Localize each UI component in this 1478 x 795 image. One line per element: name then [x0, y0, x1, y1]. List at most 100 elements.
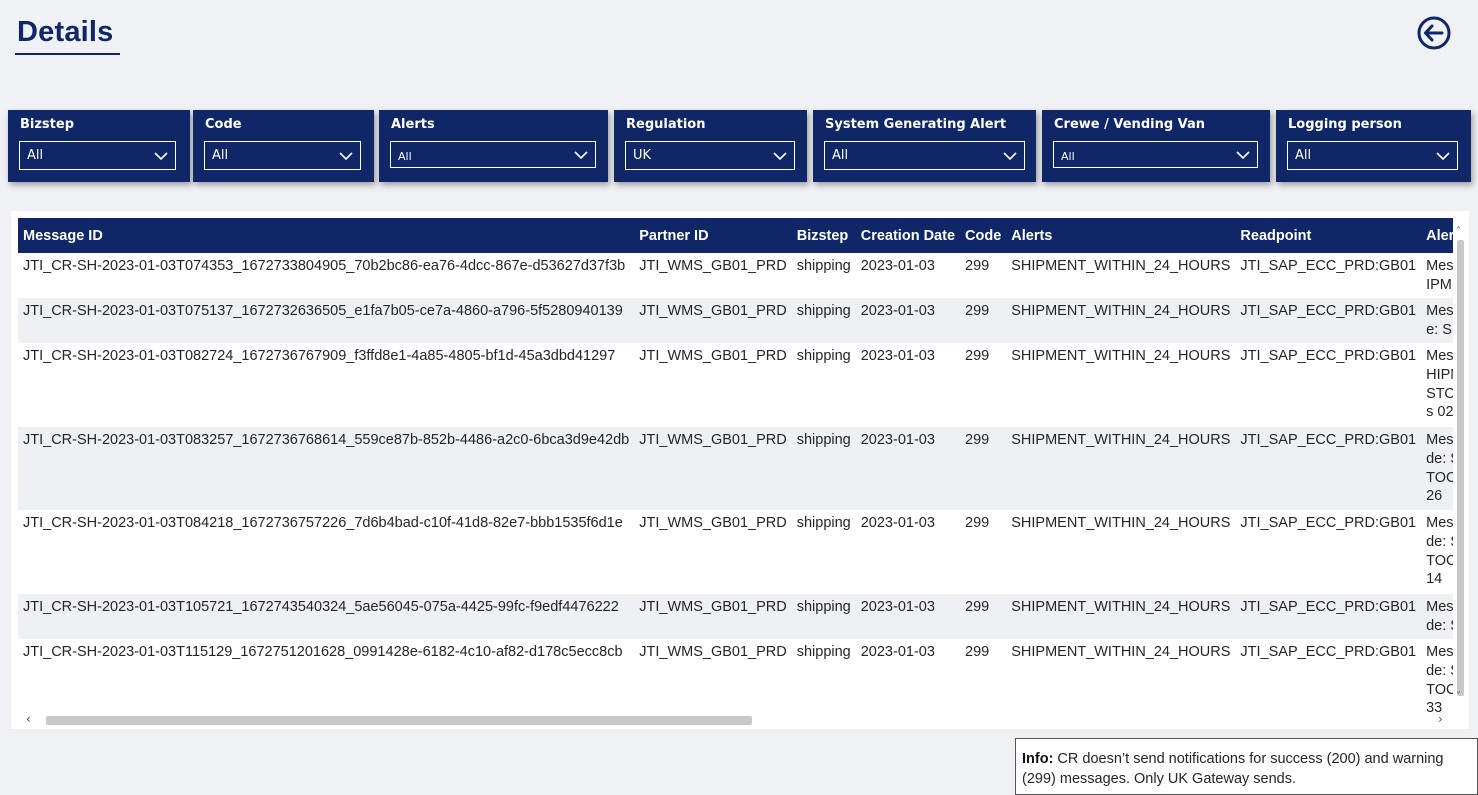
- bizstep-cell: shipping: [791, 594, 856, 639]
- scroll-down-icon[interactable]: ˅: [1456, 691, 1461, 702]
- column-header-partner-id[interactable]: Partner ID: [634, 218, 792, 253]
- table-row[interactable]: JTI_CR-SH-2023-01-03T074353_167273380490…: [18, 253, 1453, 298]
- table-row[interactable]: JTI_CR-SH-2023-01-03T075137_167273263650…: [18, 298, 1453, 343]
- dropdown-value: All: [832, 148, 849, 163]
- dropdown-value: All: [1295, 148, 1312, 163]
- creation-date-cell: 2023-01-03: [855, 510, 961, 594]
- code-cell: 299: [960, 427, 1007, 510]
- table-viewport: Message ID Partner ID Bizstep Creation D…: [18, 218, 1453, 714]
- table-row[interactable]: JTI_CR-SH-2023-01-03T084218_167273675722…: [18, 510, 1453, 594]
- table-row[interactable]: JTI_CR-SH-2023-01-03T115129_167275120162…: [18, 639, 1453, 714]
- partner-id-cell: JTI_WMS_GB01_PRD: [634, 510, 792, 594]
- table-row[interactable]: JTI_CR-SH-2023-01-03T082724_167273676790…: [18, 343, 1453, 427]
- dropdown-value: All: [212, 148, 229, 163]
- column-header-bizstep[interactable]: Bizstep: [791, 218, 856, 253]
- table-row[interactable]: JTI_CR-SH-2023-01-03T083257_167273676861…: [18, 427, 1453, 510]
- regulation-dropdown[interactable]: UK: [625, 141, 795, 170]
- alerts-cell: SHIPMENT_WITHIN_24_HOURS: [1006, 427, 1236, 510]
- code-cell: 299: [960, 639, 1007, 714]
- filter-label: Regulation: [626, 117, 706, 132]
- horizontal-scrollbar[interactable]: ‹ ›: [18, 712, 1453, 726]
- crewe-vending-van-dropdown[interactable]: All: [1053, 141, 1258, 168]
- back-button[interactable]: [1416, 15, 1452, 51]
- alert-content-cell: Message t SHIPMEN: [1421, 253, 1453, 298]
- alert-content-cell: Message c SHIPMEN (IN_STOCI code is 02: [1421, 343, 1453, 427]
- partner-id-cell: JTI_WMS_GB01_PRD: [634, 253, 792, 298]
- filter-alerts: Alerts All: [379, 110, 608, 182]
- details-table: Message ID Partner ID Bizstep Creation D…: [18, 218, 1453, 714]
- readpoint-cell: JTI_SAP_ECC_PRD:GB01: [1235, 510, 1422, 594]
- dropdown-value: All: [1061, 150, 1075, 163]
- chevron-down-icon: [1236, 151, 1250, 160]
- code-cell: 299: [960, 253, 1007, 298]
- table-row[interactable]: JTI_CR-SH-2023-01-03T105721_167274354032…: [18, 594, 1453, 639]
- column-header-alert-content[interactable]: Alert Content: [1421, 218, 1453, 253]
- column-header-readpoint[interactable]: Readpoint: [1235, 218, 1422, 253]
- bizstep-cell: shipping: [791, 253, 856, 298]
- dropdown-value: UK: [633, 148, 652, 163]
- code-cell: 299: [960, 343, 1007, 427]
- message-id-cell: JTI_CR-SH-2023-01-03T082724_167273676790…: [18, 343, 635, 427]
- code-dropdown[interactable]: All: [204, 141, 361, 170]
- readpoint-cell: JTI_SAP_ECC_PRD:GB01: [1235, 298, 1422, 343]
- table-header-row: Message ID Partner ID Bizstep Creation D…: [18, 218, 1453, 253]
- scroll-right-icon[interactable]: ›: [1438, 712, 1443, 726]
- alert-content-cell: Message code: SHI: [1421, 298, 1453, 343]
- back-arrow-circle-icon: [1417, 16, 1451, 50]
- readpoint-cell: JTI_SAP_ECC_PRD:GB01: [1235, 427, 1422, 510]
- info-note: Info: CR doesn’t send notifications for …: [1015, 738, 1478, 795]
- chevron-down-icon: [773, 152, 787, 161]
- info-label: Info:: [1022, 751, 1054, 767]
- column-header-code[interactable]: Code: [960, 218, 1007, 253]
- message-id-cell: JTI_CR-SH-2023-01-03T075137_167273263650…: [18, 298, 635, 343]
- bizstep-cell: shipping: [791, 427, 856, 510]
- column-header-message-id[interactable]: Message ID: [18, 218, 635, 253]
- partner-id-cell: JTI_WMS_GB01_PRD: [634, 343, 792, 427]
- alerts-cell: SHIPMENT_WITHIN_24_HOURS: [1006, 298, 1236, 343]
- partner-id-cell: JTI_WMS_GB01_PRD: [634, 298, 792, 343]
- readpoint-cell: JTI_SAP_ECC_PRD:GB01: [1235, 639, 1422, 714]
- message-id-cell: JTI_CR-SH-2023-01-03T074353_167273380490…: [18, 253, 635, 298]
- filter-label: Crewe / Vending Van: [1054, 117, 1206, 132]
- info-text: CR doesn’t send notifications for succes…: [1022, 751, 1444, 787]
- column-header-alerts[interactable]: Alerts: [1006, 218, 1236, 253]
- creation-date-cell: 2023-01-03: [855, 427, 961, 510]
- details-table-panel: Message ID Partner ID Bizstep Creation D…: [11, 211, 1469, 729]
- chevron-down-icon: [574, 151, 588, 160]
- bizstep-cell: shipping: [791, 343, 856, 427]
- logging-person-dropdown[interactable]: All: [1287, 141, 1458, 170]
- creation-date-cell: 2023-01-03: [855, 253, 961, 298]
- bizstep-dropdown[interactable]: All: [19, 141, 176, 170]
- horizontal-scroll-thumb[interactable]: [46, 716, 752, 725]
- bizstep-cell: shipping: [791, 298, 856, 343]
- column-header-creation-date[interactable]: Creation Date: [855, 218, 961, 253]
- alerts-cell: SHIPMENT_WITHIN_24_HOURS: [1006, 510, 1236, 594]
- alert-content-cell: Message c code: SHI (IN_STOCI code is 26: [1421, 427, 1453, 510]
- alert-content-cell: Message 1 code: SHI (IN_STOCI code is 33: [1421, 639, 1453, 714]
- creation-date-cell: 2023-01-03: [855, 298, 961, 343]
- partner-id-cell: JTI_WMS_GB01_PRD: [634, 639, 792, 714]
- code-cell: 299: [960, 510, 1007, 594]
- alerts-dropdown[interactable]: All: [390, 141, 596, 168]
- partner-id-cell: JTI_WMS_GB01_PRD: [634, 594, 792, 639]
- chevron-down-icon: [154, 152, 168, 161]
- filter-label: Bizstep: [20, 117, 75, 132]
- scroll-up-icon[interactable]: ˄: [1456, 226, 1461, 237]
- vertical-scrollbar[interactable]: ˄ ˅: [1454, 218, 1467, 714]
- bizstep-cell: shipping: [791, 510, 856, 594]
- filter-label: Code: [205, 117, 242, 132]
- creation-date-cell: 2023-01-03: [855, 594, 961, 639]
- partner-id-cell: JTI_WMS_GB01_PRD: [634, 427, 792, 510]
- bizstep-cell: shipping: [791, 639, 856, 714]
- scroll-left-icon[interactable]: ‹: [26, 712, 31, 726]
- alert-content-cell: Message c code: SHI (IN_STOCI code is 14: [1421, 510, 1453, 594]
- filter-label: Alerts: [391, 117, 435, 132]
- system-generating-alert-dropdown[interactable]: All: [824, 141, 1025, 170]
- readpoint-cell: JTI_SAP_ECC_PRD:GB01: [1235, 253, 1422, 298]
- message-id-cell: JTI_CR-SH-2023-01-03T115129_167275120162…: [18, 639, 635, 714]
- page-title: Details: [17, 16, 114, 48]
- code-cell: 299: [960, 298, 1007, 343]
- filter-crewe-vending-van: Crewe / Vending Van All: [1042, 110, 1270, 182]
- filter-logging-person: Logging person All: [1276, 110, 1471, 182]
- vertical-scroll-thumb[interactable]: [1457, 240, 1464, 696]
